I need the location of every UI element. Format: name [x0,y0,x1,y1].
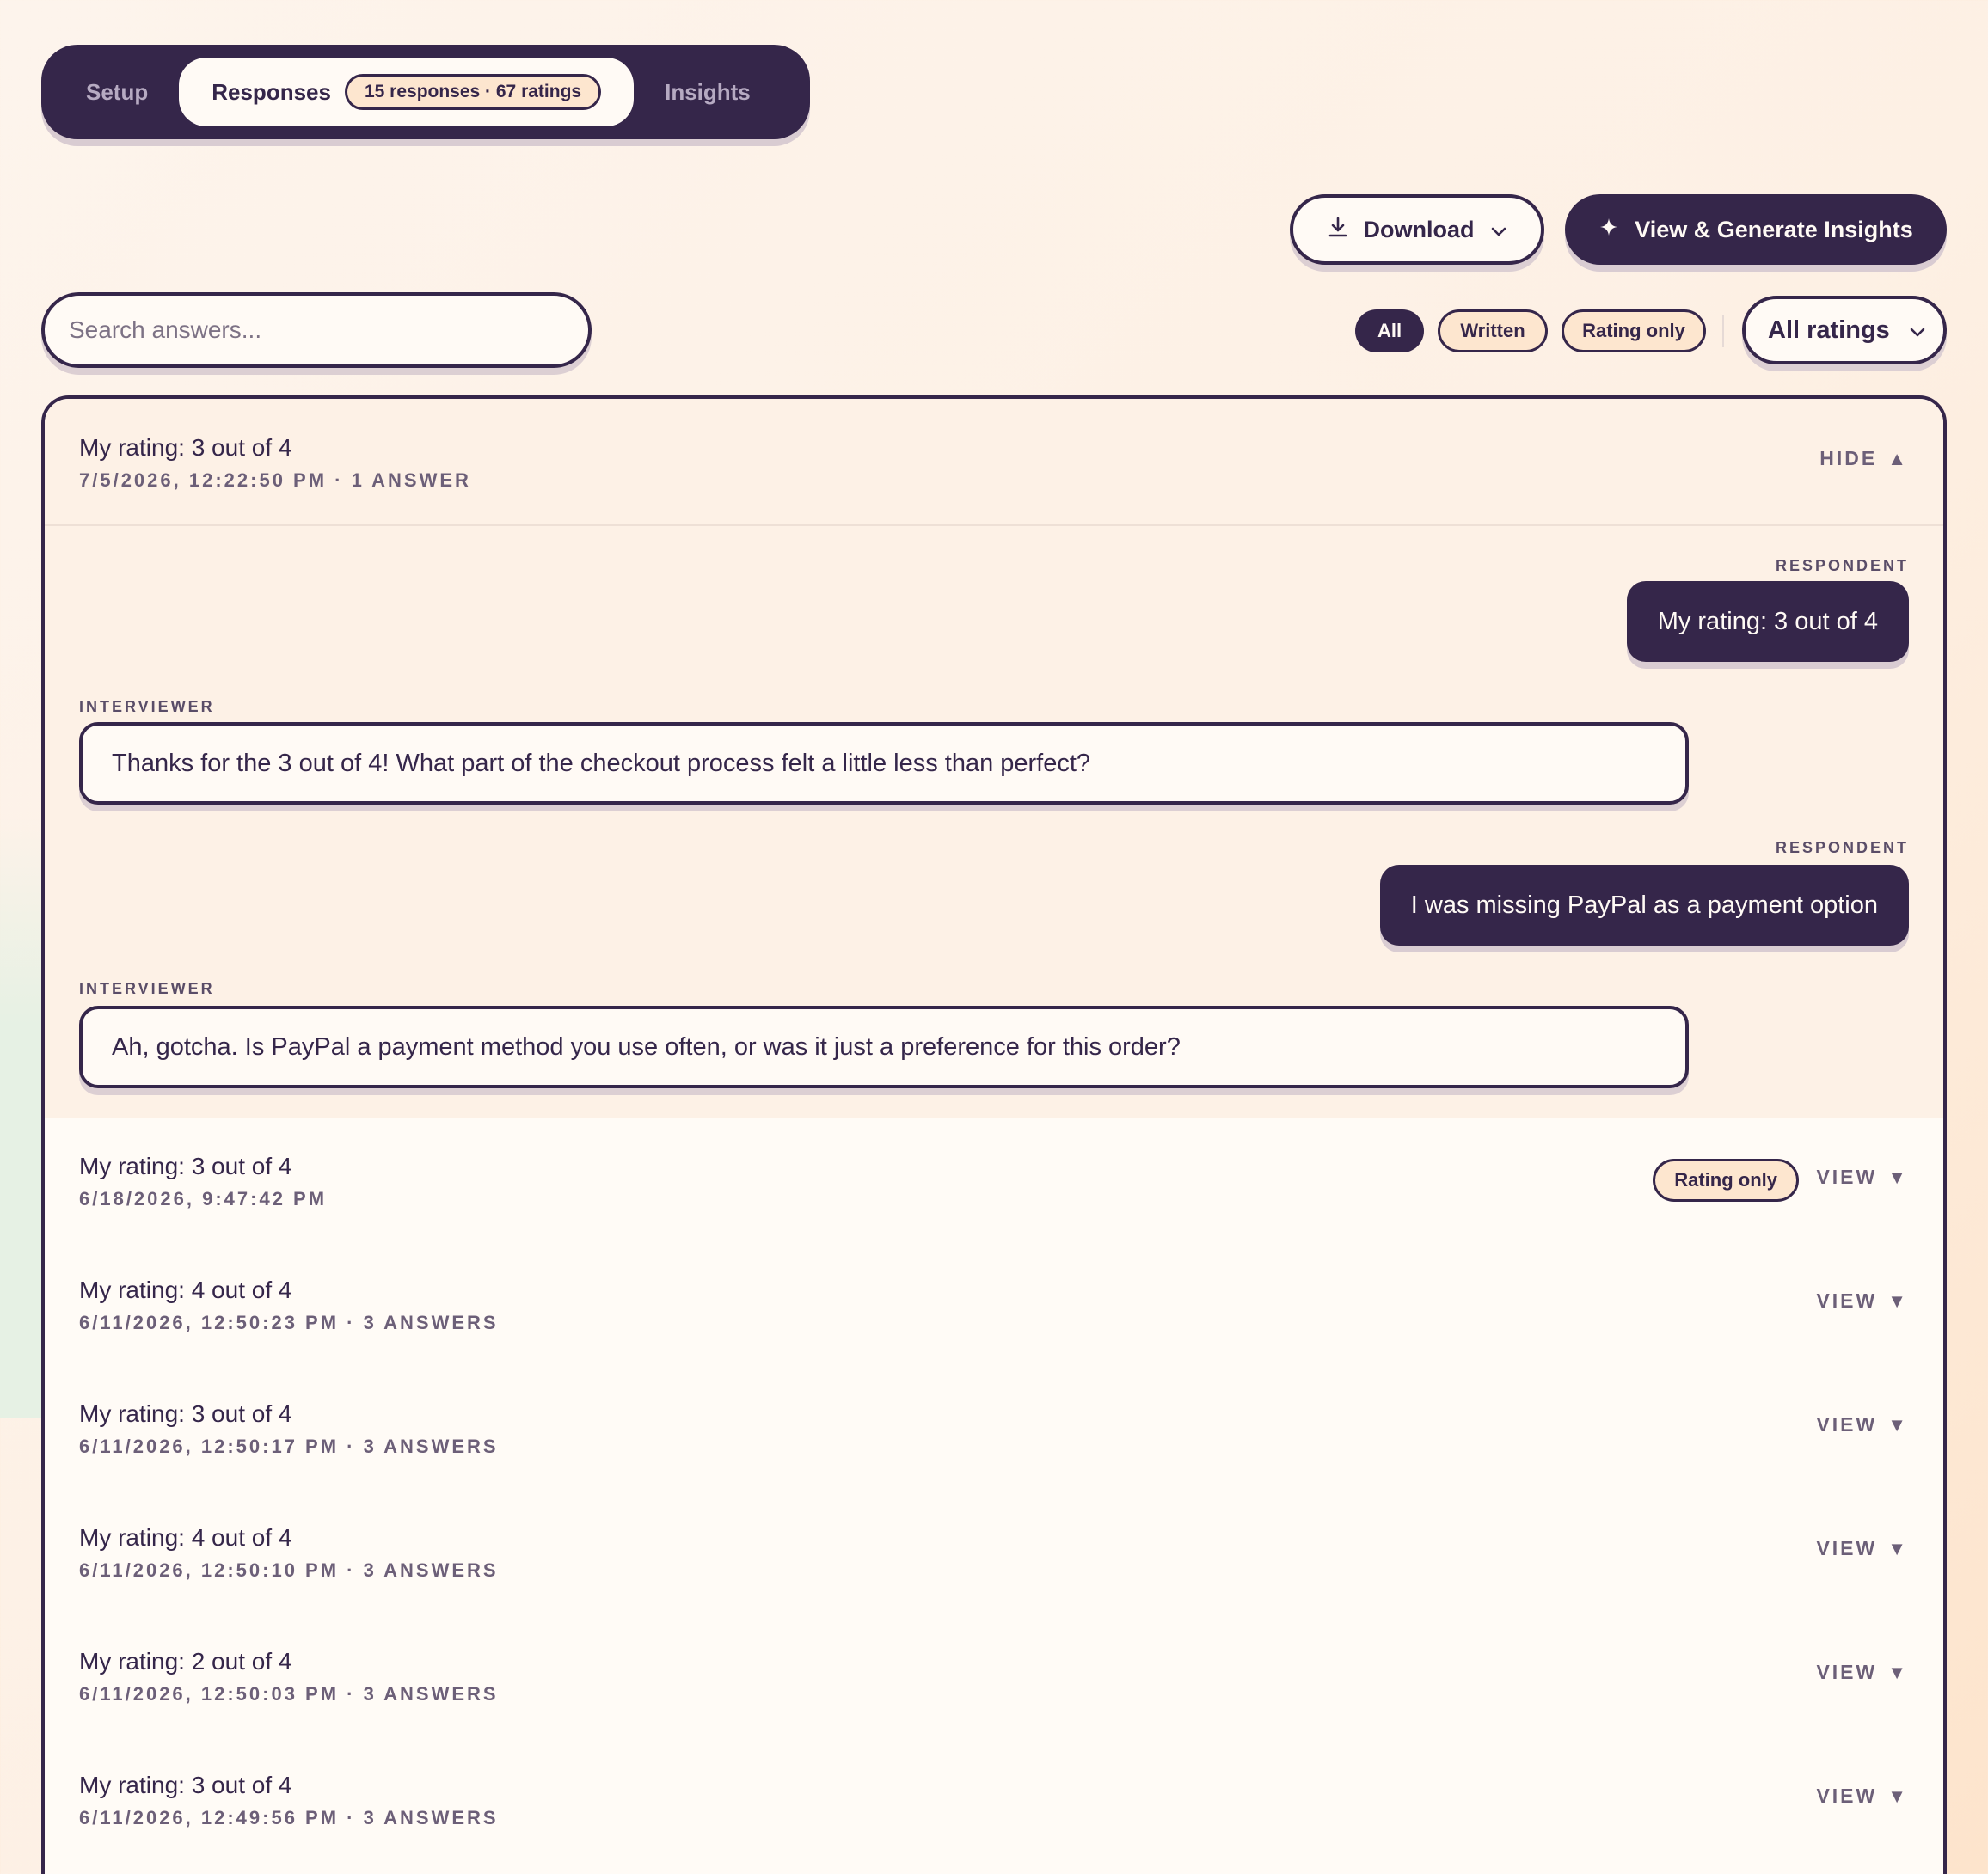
ratings-select-value: All ratings [1768,315,1890,344]
respondent-label: RESPONDENT [1775,839,1909,856]
response-meta: 6/11/2026, 12:50:23 PM · 3 ANSWERS [79,1312,499,1333]
interviewer-message: Ah, gotcha. Is PayPal a payment method y… [79,1006,1689,1088]
response-item-expanded: My rating: 3 out of 4 7/5/2026, 12:22:50… [45,399,1943,1118]
tab-bar: Setup Responses 15 responses · 67 rating… [41,45,810,139]
response-header[interactable]: My rating: 3 out of 4 7/5/2026, 12:22:50… [45,399,1943,526]
respondent-message: I was missing PayPal as a payment option [1379,865,1909,946]
view-label: VIEW [1816,1413,1878,1436]
response-meta: 6/11/2026, 12:49:56 PM · 3 ANSWERS [79,1807,499,1828]
response-row[interactable]: My rating: 4 out of 4 6/11/2026, 12:50:2… [45,1241,1943,1365]
triangle-up-icon: ▲ [1887,447,1909,469]
chevron-down-icon [1909,316,1926,345]
response-row[interactable]: My rating: 3 out of 4 6/11/2026, 12:49:5… [45,1736,1943,1860]
filter-divider [1722,315,1724,347]
tab-responses-label: Responses [212,78,331,105]
view-label: VIEW [1816,1289,1878,1312]
view-label: VIEW [1816,1785,1878,1807]
tab-setup[interactable]: Setup [55,58,179,126]
download-button[interactable]: Download [1290,194,1544,265]
triangle-down-icon: ▼ [1887,1289,1909,1312]
triangle-down-icon: ▼ [1887,1166,1909,1188]
rating-only-badge: Rating only [1653,1159,1799,1202]
view-toggle[interactable]: VIEW ▼ [1816,1785,1909,1808]
chevron-down-icon [1490,217,1507,243]
view-toggle[interactable]: VIEW ▼ [1816,1413,1909,1436]
triangle-down-icon: ▼ [1887,1413,1909,1436]
hide-toggle[interactable]: HIDE ▲ [1819,447,1909,470]
hide-label: HIDE [1819,447,1878,469]
sparkle-icon [1598,217,1619,243]
triangle-down-icon: ▼ [1887,1785,1909,1807]
triangle-down-icon: ▼ [1887,1537,1909,1559]
tab-insights[interactable]: Insights [634,58,782,126]
response-title: My rating: 3 out of 4 [79,1772,292,1798]
response-meta: 7/5/2026, 12:22:50 PM · 1 ANSWER [79,469,471,491]
response-title: My rating: 3 out of 4 [79,434,292,461]
interviewer-label: INTERVIEWER [79,980,215,997]
view-label: VIEW [1816,1166,1878,1188]
responses-count-badge: 15 responses · 67 ratings [344,74,602,110]
response-title: My rating: 2 out of 4 [79,1648,292,1675]
download-icon [1328,216,1348,244]
conversation: RESPONDENT My rating: 3 out of 4 INTERVI… [45,526,1943,1118]
view-toggle[interactable]: VIEW ▼ [1816,1289,1909,1313]
view-toggle[interactable]: VIEW ▼ [1816,1661,1909,1684]
filter-rating-only-chip[interactable]: Rating only [1562,309,1706,352]
response-row[interactable]: My rating: 4 out of 4 6/11/2026, 12:50:1… [45,1489,1943,1613]
ratings-select[interactable]: All ratings [1742,296,1947,364]
search-input[interactable] [41,292,592,368]
view-toggle[interactable]: VIEW ▼ [1816,1537,1909,1560]
view-label: VIEW [1816,1537,1878,1559]
response-row[interactable]: My rating: 3 out of 4 6/18/2026, 9:47:42… [45,1118,1943,1241]
response-title: My rating: 4 out of 4 [79,1524,292,1551]
response-meta: 6/11/2026, 12:50:17 PM · 3 ANSWERS [79,1436,499,1457]
respondent-label: RESPONDENT [1775,557,1909,574]
download-label: Download [1363,216,1475,242]
filter-written-chip[interactable]: Written [1438,309,1548,352]
interviewer-message: Thanks for the 3 out of 4! What part of … [79,722,1689,805]
filter-all-chip[interactable]: All [1355,309,1424,352]
interviewer-label: INTERVIEWER [79,698,215,715]
response-row[interactable]: My rating: 2 out of 4 6/11/2026, 12:50:0… [45,1613,1943,1736]
response-row[interactable]: My rating: 3 out of 4 6/11/2026, 12:50:1… [45,1365,1943,1489]
view-label: VIEW [1816,1661,1878,1683]
view-generate-insights-button[interactable]: View & Generate Insights [1565,194,1947,265]
response-title: My rating: 3 out of 4 [79,1400,292,1427]
tab-responses[interactable]: Responses 15 responses · 67 ratings [179,58,635,126]
view-toggle[interactable]: VIEW ▼ [1816,1166,1909,1189]
triangle-down-icon: ▼ [1887,1661,1909,1683]
response-meta: 6/11/2026, 12:50:10 PM · 3 ANSWERS [79,1559,499,1581]
response-meta: 6/11/2026, 12:50:03 PM · 3 ANSWERS [79,1683,499,1705]
response-title: My rating: 4 out of 4 [79,1277,292,1303]
insights-button-label: View & Generate Insights [1635,216,1913,242]
respondent-message: My rating: 3 out of 4 [1626,581,1909,662]
responses-list: My rating: 3 out of 4 7/5/2026, 12:22:50… [41,395,1947,1874]
